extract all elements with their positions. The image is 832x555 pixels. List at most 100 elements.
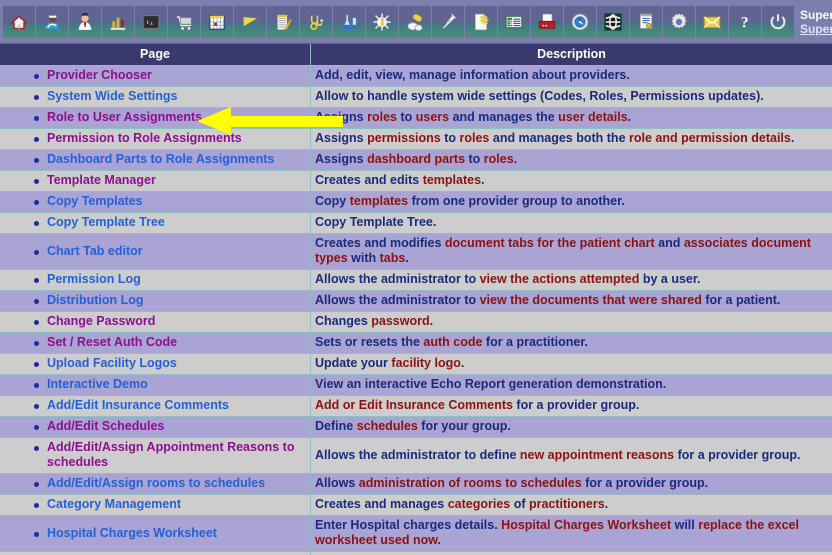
table-row: Permission to Role Assignments Assigns pe… <box>0 129 832 150</box>
page-link[interactable]: Chart Tab editor <box>47 244 306 259</box>
page-cell: Copy Template Tree <box>0 213 311 234</box>
certificate-icon[interactable] <box>629 5 662 38</box>
page-link[interactable]: Add/Edit/Assign rooms to schedules <box>47 476 306 491</box>
page-link[interactable]: Add/Edit/Assign Appointment Reasons to s… <box>47 440 306 470</box>
table-row: Chart Tab editor Creates and modifies doc… <box>0 234 832 270</box>
page-cell: Upload Facility Logos <box>0 354 311 375</box>
pills-icon[interactable] <box>398 5 431 38</box>
page-link[interactable]: Hospital Charges Worksheet <box>47 526 306 541</box>
table-header-row: Page Description <box>0 44 832 66</box>
table-row: Role to User Assignments Assigns roles to… <box>0 108 832 129</box>
page-link[interactable]: Role to User Assignments <box>47 110 306 125</box>
patient-icon[interactable] <box>35 5 68 38</box>
description-cell: Assigns permissions to roles and manages… <box>311 129 832 150</box>
page-cell: Category Management <box>0 495 311 516</box>
description-cell: Creates and manages categories of practi… <box>311 495 832 516</box>
page-link[interactable]: Set / Reset Auth Code <box>47 335 306 350</box>
bullet-icon <box>34 221 39 226</box>
printer-icon[interactable] <box>530 5 563 38</box>
page-link[interactable]: Dashboard Parts to Role Assignments <box>47 152 306 167</box>
description-cell: View an interactive Echo Report generati… <box>311 375 832 396</box>
power-icon[interactable] <box>761 5 794 38</box>
page-cell: Hospital Charges Worksheet <box>0 516 311 552</box>
clock-gauge-icon[interactable] <box>563 5 596 38</box>
bullet-icon <box>34 503 39 508</box>
page-cell: Add/Edit/Assign Appointment Reasons to s… <box>0 438 311 474</box>
home-icon[interactable] <box>2 5 35 38</box>
table-row: Copy Templates Copy templates from one pr… <box>0 192 832 213</box>
notepad-pencil-icon[interactable] <box>266 5 299 38</box>
page-link[interactable]: Distribution Log <box>47 293 306 308</box>
provider-icon[interactable] <box>68 5 101 38</box>
description-cell: Add, edit, view, manage information abou… <box>311 66 832 87</box>
flask-icon[interactable] <box>332 5 365 38</box>
bullet-icon <box>34 74 39 79</box>
page-link[interactable]: Add/Edit Schedules <box>47 419 306 434</box>
new-document-icon[interactable] <box>464 5 497 38</box>
description-cell: Assigns roles to users and manages the u… <box>311 108 832 129</box>
page-link[interactable]: Add/Edit Insurance Comments <box>47 398 306 413</box>
shopping-cart-icon[interactable] <box>167 5 200 38</box>
billing-icon[interactable]: $ <box>497 5 530 38</box>
flag-icon[interactable] <box>233 5 266 38</box>
page-link[interactable]: Template Manager <box>47 173 306 188</box>
page-link[interactable]: Copy Templates <box>47 194 306 209</box>
page-cell: Add/Edit/Assign rooms to schedules <box>0 474 311 495</box>
description-cell: Define schedules for your group. <box>311 417 832 438</box>
table-row: Copy Template Tree Copy Template Tree. <box>0 213 832 234</box>
bullet-icon <box>34 425 39 430</box>
description-cell: Copy Template Tree. <box>311 213 832 234</box>
page-link[interactable]: Copy Template Tree <box>47 215 306 230</box>
page-cell: Dashboard Parts to Role Assignments <box>0 150 311 171</box>
page-link[interactable]: Permission to Role Assignments <box>47 131 306 146</box>
description-cell: Creates and edits templates. <box>311 171 832 192</box>
bullet-icon <box>34 404 39 409</box>
bullet-icon <box>34 137 39 142</box>
bullet-icon <box>34 446 39 451</box>
page-link[interactable]: Interactive Demo <box>47 377 306 392</box>
page-cell: Role to User Assignments <box>0 108 311 129</box>
description-cell: Update your facility logo. <box>311 354 832 375</box>
page-link[interactable]: Category Management <box>47 497 306 512</box>
help-question-icon[interactable]: ? <box>728 5 761 38</box>
page-cell: Distribution Log <box>0 291 311 312</box>
calendar-icon[interactable] <box>200 5 233 38</box>
page-link[interactable]: Provider Chooser <box>47 68 306 83</box>
description-cell: Copy templates from one provider group t… <box>311 192 832 213</box>
column-header-description[interactable]: Description <box>311 44 832 66</box>
table-row: Category Management Creates and manages c… <box>0 495 832 516</box>
bullet-icon <box>34 200 39 205</box>
svg-text:z: z <box>150 20 153 26</box>
table-row: Add/Edit Insurance Comments Add or Edit I… <box>0 396 832 417</box>
syringe-icon[interactable] <box>431 5 464 38</box>
table-row: Change Password Changes password. <box>0 312 832 333</box>
page-link[interactable]: System Wide Settings <box>47 89 306 104</box>
table-row: Provider Chooser Add, edit, view, manage … <box>0 66 832 87</box>
user-profile-link[interactable]: Superadm <box>800 22 832 36</box>
page-link[interactable]: Change Password <box>47 314 306 329</box>
envelope-icon[interactable] <box>695 5 728 38</box>
stethoscope-icon[interactable] <box>299 5 332 38</box>
page-cell: Permission Log <box>0 270 311 291</box>
bar-chart-icon[interactable] <box>101 5 134 38</box>
sun-burst-icon[interactable] <box>365 5 398 38</box>
description-cell: Assigns dashboard parts to roles. <box>311 150 832 171</box>
table-row: Template Manager Creates and edits templa… <box>0 171 832 192</box>
bullet-icon <box>34 341 39 346</box>
main-toolbar: tz $ ? Supe Supe <box>0 0 832 44</box>
table-row: Add/Edit/Assign rooms to schedules Allows… <box>0 474 832 495</box>
page-cell: System Wide Settings <box>0 87 311 108</box>
gear-icon[interactable] <box>662 5 695 38</box>
bullet-icon <box>34 95 39 100</box>
table-row: Distribution Log Allows the administrator… <box>0 291 832 312</box>
page-link[interactable]: Upload Facility Logos <box>47 356 306 371</box>
table-row: Add/Edit Schedules Define schedules for y… <box>0 417 832 438</box>
globe-icon[interactable] <box>596 5 629 38</box>
description-cell: Allows the administrator to view the doc… <box>311 291 832 312</box>
bullet-icon <box>34 531 39 537</box>
page-link[interactable]: Permission Log <box>47 272 306 287</box>
column-header-page[interactable]: Page <box>0 44 311 66</box>
page-cell: Interactive Demo <box>0 375 311 396</box>
chalkboard-icon[interactable]: tz <box>134 5 167 38</box>
svg-text:?: ? <box>740 14 748 31</box>
